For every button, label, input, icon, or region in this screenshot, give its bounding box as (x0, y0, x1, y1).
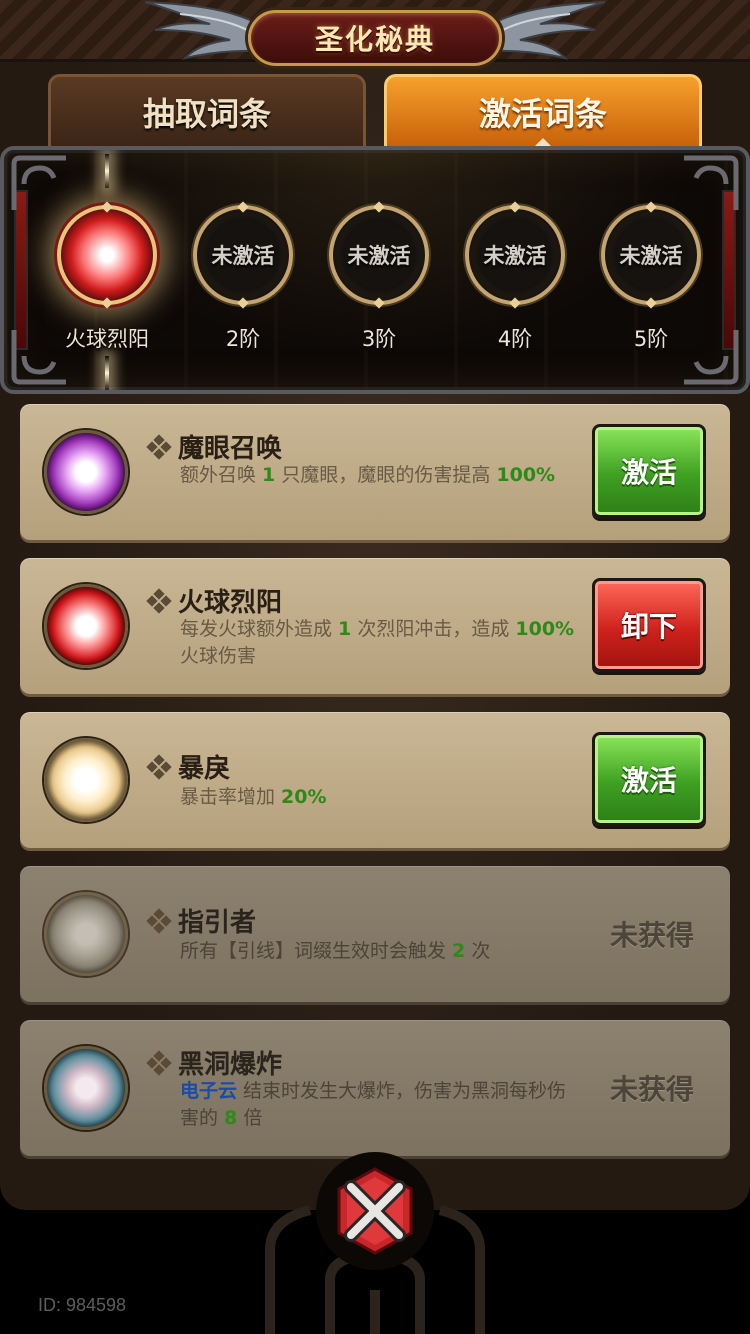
tab-activate-entries[interactable]: 激活词条 (384, 74, 702, 146)
orb-icon (44, 584, 128, 668)
tier-ring: 未激活 (329, 205, 429, 305)
tier-status: 未激活 (483, 244, 547, 268)
tier-slot-5[interactable]: 未激活 5阶 (596, 205, 706, 353)
tier-slot-3[interactable]: 未激活 3阶 (324, 205, 434, 353)
tier-slot-4[interactable]: 未激活 4阶 (460, 205, 570, 353)
tier-label: 4阶 (497, 327, 533, 351)
entry-title: 指引者 (146, 902, 256, 939)
tier-slot-2[interactable]: 未激活 2阶 (188, 205, 298, 353)
entry-description: 暴击率增加 20% (180, 786, 327, 808)
entry-description: 所有【引线】词缀生效时会触发 2 次 (180, 940, 491, 962)
entry-card-guide: 指引者 所有【引线】词缀生效时会触发 2 次 未获得 (20, 866, 730, 1002)
tier-track: 火球烈阳 未激活 2阶 未激活 3阶 未激活 4阶 未激活 5阶 (0, 146, 750, 394)
orb-icon (44, 892, 128, 976)
entry-card-demon-eye: 魔眼召唤 额外召唤 1 只魔眼，魔眼的伤害提高 100% 激活 (20, 404, 730, 540)
glow-effect (105, 154, 109, 188)
entry-description: 电子云 结束时发生大爆炸，伤害为黑洞每秒伤害的 8 倍 (180, 1080, 567, 1129)
tier-status: 未激活 (211, 244, 275, 268)
tab-label: 抽取词条 (142, 94, 271, 133)
tab-label: 激活词条 (478, 94, 607, 133)
page-title: 圣化秘典 (314, 23, 435, 56)
user-id-label: ID: 984598 (38, 1295, 127, 1315)
tier-ring: 未激活 (193, 205, 293, 305)
diamond-bullet-icon (146, 587, 172, 614)
entry-title: 火球烈阳 (146, 582, 282, 619)
tier-label: 3阶 (361, 327, 397, 351)
orb-icon (44, 430, 128, 514)
diamond-bullet-icon (146, 907, 172, 934)
orb-icon (44, 1046, 128, 1130)
tier-label: 火球烈阳 (65, 327, 149, 351)
status-unacquired: 未获得 (609, 919, 694, 952)
tier-label: 2阶 (225, 327, 261, 351)
activate-button[interactable]: 激活 (592, 732, 706, 826)
glow-effect (105, 356, 109, 390)
diamond-bullet-icon (146, 753, 172, 780)
entry-title: 魔眼召唤 (146, 428, 282, 465)
entry-card-ferocity: 暴戾 暴击率增加 20% 激活 (20, 712, 730, 848)
entry-description: 额外召唤 1 只魔眼，魔眼的伤害提高 100% (180, 464, 556, 486)
unequip-button[interactable]: 卸下 (592, 578, 706, 672)
activate-button[interactable]: 激活 (592, 424, 706, 518)
orb-icon (44, 738, 128, 822)
tier-ring: 未激活 (465, 205, 565, 305)
close-x-icon (337, 1167, 413, 1255)
status-unacquired: 未获得 (609, 1073, 694, 1106)
tier-status: 未激活 (619, 244, 683, 268)
tier-label: 5阶 (633, 327, 669, 351)
diamond-bullet-icon (146, 1049, 172, 1076)
entry-description: 每发火球额外造成 1 次烈阳冲击，造成 100% 火球伤害 (180, 618, 575, 667)
close-button[interactable] (316, 1152, 434, 1270)
diamond-bullet-icon (146, 433, 172, 460)
tier-ring (57, 205, 157, 305)
tier-ring: 未激活 (601, 205, 701, 305)
entry-title: 暴戾 (146, 748, 230, 785)
keyword-link[interactable]: 电子云 (180, 1080, 237, 1102)
tier-slot-1[interactable]: 火球烈阳 (52, 205, 162, 353)
tier-status: 未激活 (347, 244, 411, 268)
title-plate: 圣化秘典 (248, 10, 502, 66)
tab-draw-entries[interactable]: 抽取词条 (48, 74, 366, 146)
entry-card-black-hole: 黑洞爆炸 电子云 结束时发生大爆炸，伤害为黑洞每秒伤害的 8 倍 未获得 (20, 1020, 730, 1156)
entry-card-fireball-sun: 火球烈阳 每发火球额外造成 1 次烈阳冲击，造成 100% 火球伤害 卸下 (20, 558, 730, 694)
codex-panel: 圣化秘典 抽取词条 激活词条 火球烈阳 未激活 2阶 未激活 3阶 未激活 4阶… (0, 0, 750, 1210)
entry-title: 黑洞爆炸 (146, 1044, 282, 1081)
